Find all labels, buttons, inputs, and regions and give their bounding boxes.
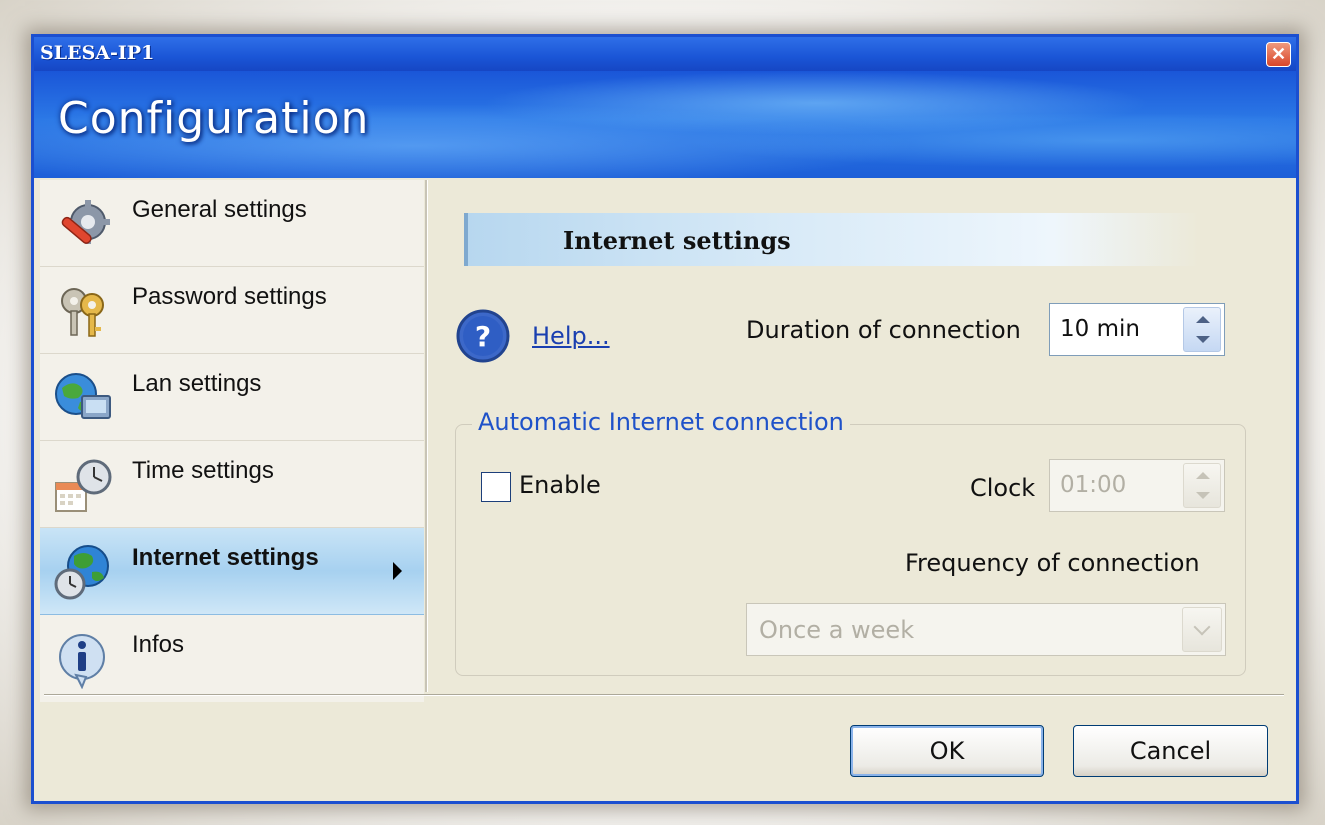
tools-icon bbox=[61, 200, 110, 244]
clock-value: 01:00 bbox=[1060, 472, 1127, 498]
auto-connection-legend: Automatic Internet connection bbox=[472, 408, 850, 436]
sidebar-divider bbox=[425, 180, 428, 692]
ok-button[interactable]: OK bbox=[850, 725, 1044, 777]
section-title: Internet settings bbox=[563, 226, 791, 255]
clock-label: Clock bbox=[970, 474, 1036, 502]
frequency-dropdown-button[interactable] bbox=[1182, 607, 1222, 652]
sidebar-item-label: Time settings bbox=[132, 457, 274, 484]
window-title: SLESA-IP1 bbox=[40, 42, 155, 64]
svg-text:?: ? bbox=[475, 320, 491, 353]
title-bar[interactable]: SLESA-IP1 ✕ bbox=[34, 37, 1296, 71]
keys-icon bbox=[61, 288, 104, 337]
clock-spin-buttons[interactable] bbox=[1183, 463, 1221, 508]
section-header: Internet settings bbox=[464, 213, 1199, 266]
duration-spinner[interactable]: 10 min bbox=[1049, 303, 1225, 356]
sidebar-item-general-settings[interactable]: General settings bbox=[40, 180, 424, 267]
frequency-value: Once a week bbox=[759, 616, 915, 644]
sidebar-item-label: Internet settings bbox=[132, 544, 319, 571]
configuration-window: SLESA-IP1 ✕ Configuration General settin… bbox=[31, 34, 1299, 804]
header-banner: Configuration bbox=[34, 71, 1296, 178]
sidebar-item-lan-settings[interactable]: Lan settings bbox=[40, 354, 424, 441]
sidebar-item-password-settings[interactable]: Password settings bbox=[40, 267, 424, 354]
clock-calendar-icon bbox=[55, 459, 112, 512]
frequency-select[interactable]: Once a week bbox=[746, 603, 1226, 656]
selected-arrow-icon bbox=[393, 562, 402, 580]
chevron-down-icon bbox=[1193, 618, 1211, 636]
banner-title: Configuration bbox=[58, 93, 370, 144]
cancel-button[interactable]: Cancel bbox=[1073, 725, 1268, 777]
spin-up-icon[interactable] bbox=[1196, 316, 1210, 323]
enable-checkbox[interactable] bbox=[481, 472, 511, 502]
globe-clock-icon bbox=[54, 545, 109, 600]
sidebar-item-time-settings[interactable]: Time settings bbox=[40, 441, 424, 528]
sidebar-item-label: Password settings bbox=[132, 283, 327, 310]
enable-label[interactable]: Enable bbox=[519, 471, 601, 499]
sidebar-item-infos[interactable]: Infos bbox=[40, 615, 424, 702]
network-globe-icon bbox=[55, 373, 111, 419]
spin-down-icon[interactable] bbox=[1196, 336, 1210, 343]
duration-label: Duration of connection bbox=[746, 316, 1021, 344]
help-link[interactable]: Help... bbox=[532, 322, 610, 350]
sidebar-item-label: Infos bbox=[132, 631, 185, 658]
footer-divider bbox=[44, 694, 1284, 696]
close-button[interactable]: ✕ bbox=[1266, 42, 1291, 67]
clock-spinner[interactable]: 01:00 bbox=[1049, 459, 1225, 512]
duration-value: 10 min bbox=[1060, 316, 1140, 342]
frequency-label: Frequency of connection bbox=[905, 549, 1200, 577]
duration-spin-buttons[interactable] bbox=[1183, 307, 1221, 352]
sidebar-item-internet-settings[interactable]: Internet settings bbox=[40, 528, 424, 615]
info-icon bbox=[59, 634, 105, 689]
close-icon: ✕ bbox=[1270, 44, 1287, 64]
sidebar: General settings Password settings Lan s… bbox=[40, 180, 424, 702]
sidebar-item-label: Lan settings bbox=[132, 370, 262, 397]
sidebar-item-label: General settings bbox=[132, 196, 307, 223]
help-icon[interactable]: ? bbox=[455, 308, 511, 364]
spin-up-icon[interactable] bbox=[1196, 472, 1210, 479]
spin-down-icon[interactable] bbox=[1196, 492, 1210, 499]
